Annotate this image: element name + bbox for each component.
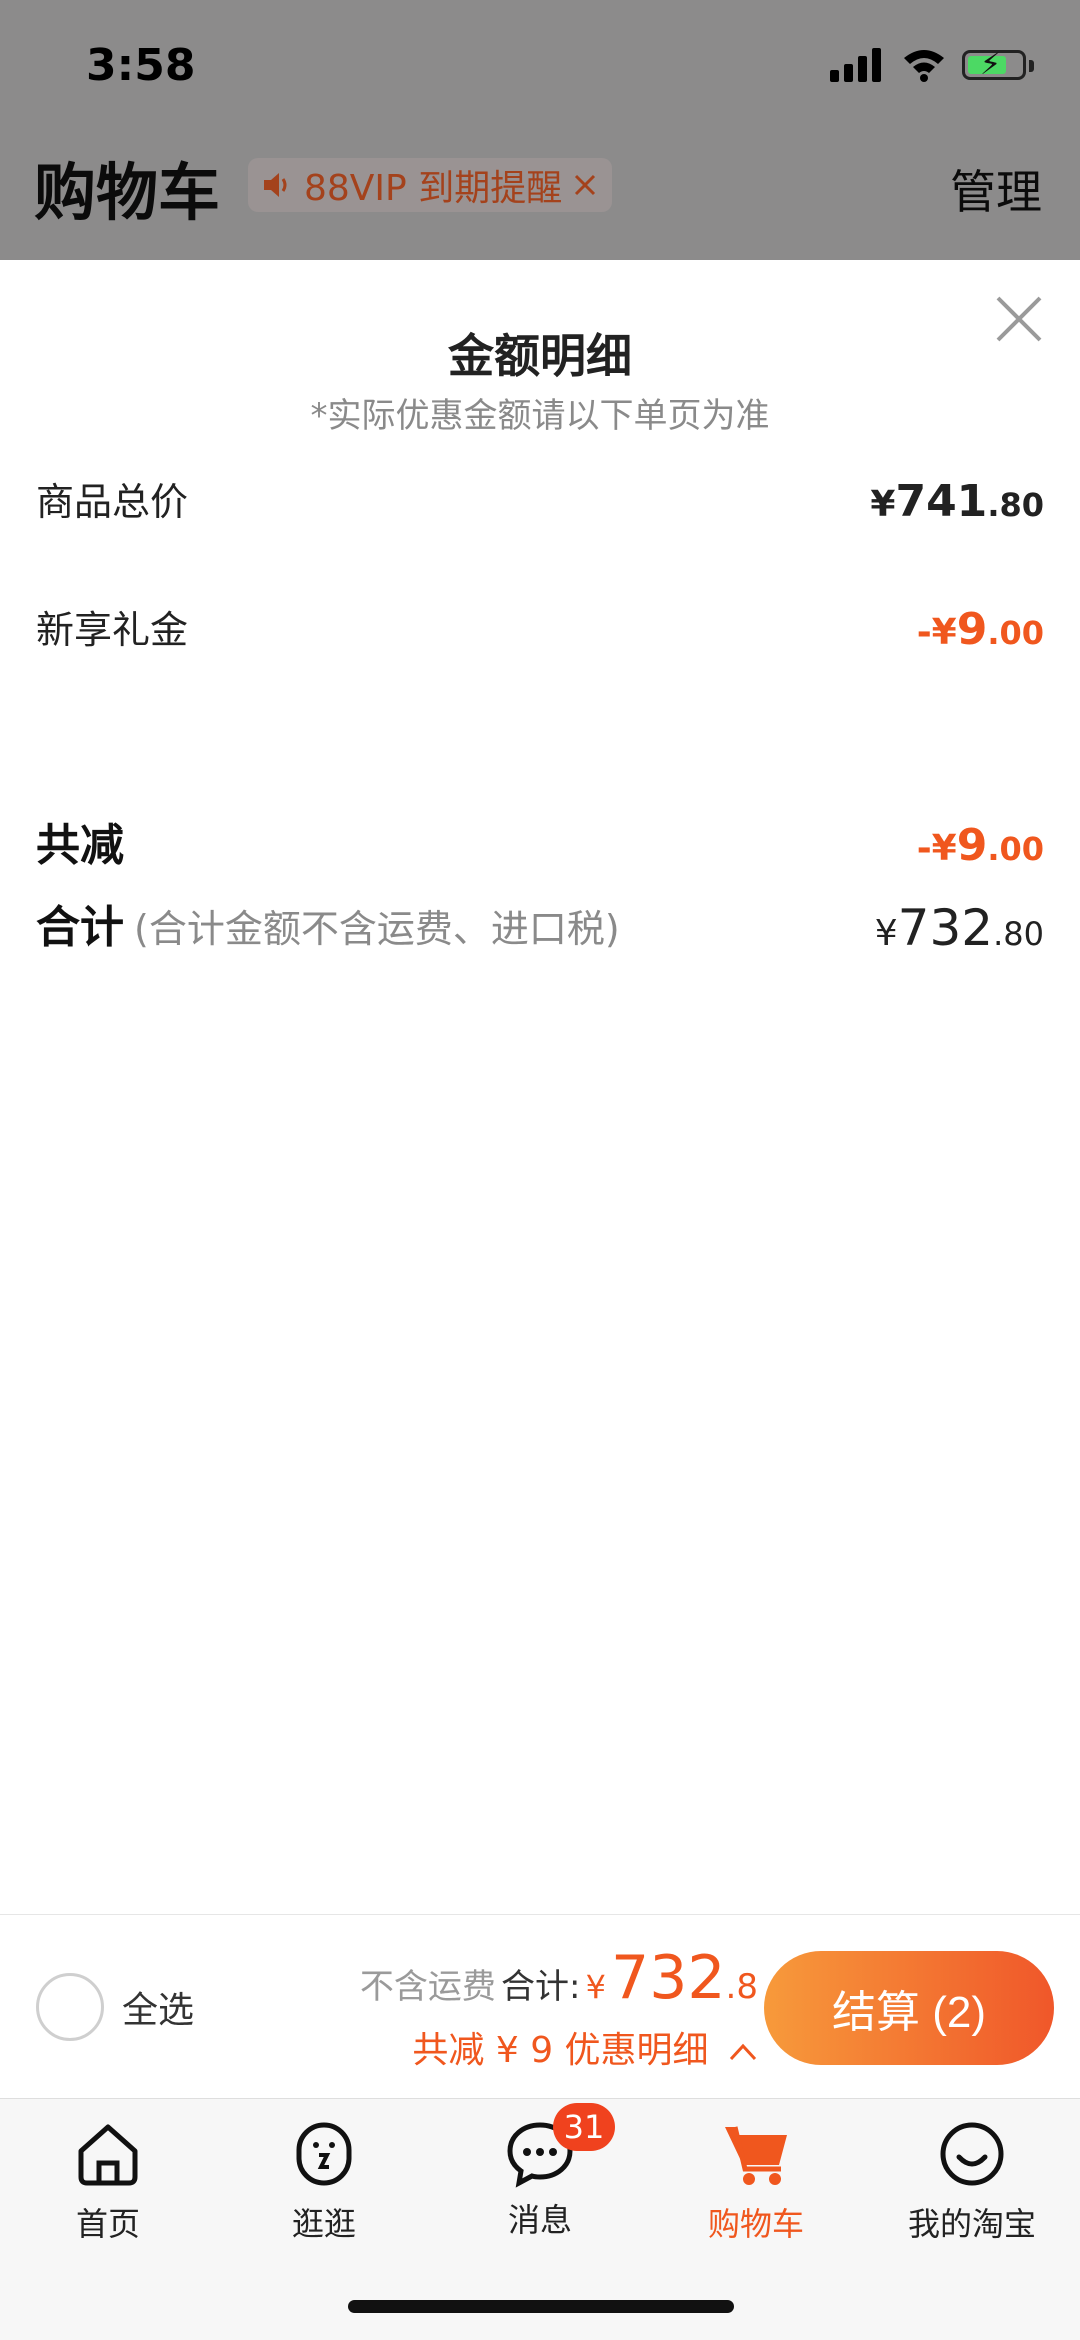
total-discount-label: 共减 xyxy=(36,820,124,871)
summary-total: 不含运费 合计: ¥ 732.8 xyxy=(359,1943,758,2013)
tab-cart[interactable]: 购物车 xyxy=(648,2119,864,2245)
tab-explore[interactable]: 逛逛 xyxy=(216,2119,432,2245)
cart-icon xyxy=(725,2126,787,2185)
detail-row-value: ¥741.80 xyxy=(870,476,1044,527)
close-icon[interactable] xyxy=(572,172,598,198)
discount-detail-link[interactable]: 共减 ¥ 9 优惠明细 xyxy=(412,2021,758,2073)
select-all-radio[interactable] xyxy=(36,1973,104,2041)
charging-bolt-icon: ⚡ xyxy=(980,47,1002,82)
total-discount-value: -¥9.00 xyxy=(916,820,1044,871)
detail-row-label: 商品总价 xyxy=(36,480,189,524)
vip-notice-banner[interactable]: 88VIP 到期提醒 xyxy=(248,158,613,212)
home-indicator[interactable] xyxy=(348,2300,734,2313)
unread-badge: 31 xyxy=(553,2103,615,2151)
detail-row-item-total: 商品总价 ¥741.80 xyxy=(36,472,1044,532)
status-icons: ⚡ xyxy=(830,46,1040,86)
sheet-title: 金额明细 xyxy=(448,329,632,383)
summary-total-amount: 732 xyxy=(611,1943,726,2013)
explore-icon xyxy=(296,2122,352,2186)
wifi-icon xyxy=(904,50,944,82)
profile-icon xyxy=(940,2122,1004,2186)
signal-icon xyxy=(830,46,884,82)
status-time: 3:58 xyxy=(86,40,196,91)
page-title: 购物车 xyxy=(34,156,221,229)
background-header: 3:58 ⚡ 购物车 88VIP 到期提醒 管理 xyxy=(0,0,1080,260)
amount-detail-sheet: 金额明细 *实际优惠金额请以下单页为准 商品总价 ¥741.80 新享礼金 -¥… xyxy=(0,260,1080,1914)
grand-total-hint: (合计金额不含运费、进口税) xyxy=(134,907,620,951)
grand-total-label: 合计 (合计金额不含运费、进口税) xyxy=(36,902,620,953)
detail-row-label: 新享礼金 xyxy=(36,608,189,652)
select-all-label: 全选 xyxy=(122,1990,195,2031)
checkout-summary-bar: 全选 不含运费 合计: ¥ 732.8 共减 ¥ 9 优惠明细 结算 (2) xyxy=(0,1914,1080,2099)
manage-button[interactable]: 管理 xyxy=(950,156,1042,222)
vip-notice-text: 88VIP 到期提醒 xyxy=(304,168,563,209)
status-bar: 3:58 ⚡ xyxy=(0,0,1080,130)
grand-total-value: ¥732.80 xyxy=(874,899,1044,957)
grand-total-row: 合计 (合计金额不含运费、进口税) ¥732.80 xyxy=(36,898,1044,958)
speaker-icon xyxy=(264,173,287,197)
detail-row-gift-coupon: 新享礼金 -¥9.00 xyxy=(36,600,1044,660)
sheet-subtitle: *实际优惠金额请以下单页为准 xyxy=(310,396,770,436)
summary-total-label: 合计: xyxy=(501,1967,581,2007)
detail-row-value: -¥9.00 xyxy=(916,604,1044,655)
tab-messages[interactable]: 31 消息 xyxy=(432,2103,648,2241)
checkout-button[interactable]: 结算 (2) xyxy=(764,1951,1054,2065)
home-icon xyxy=(78,2124,138,2186)
shipping-note: 不含运费 xyxy=(359,1967,496,2007)
select-all-toggle[interactable]: 全选 xyxy=(36,1973,194,2041)
tab-home[interactable]: 首页 xyxy=(0,2119,216,2245)
total-discount-row: 共减 -¥9.00 xyxy=(36,816,1044,876)
close-icon[interactable] xyxy=(994,294,1044,344)
chevron-up-icon xyxy=(729,2043,757,2061)
tab-my-taobao[interactable]: 我的淘宝 xyxy=(864,2119,1080,2245)
